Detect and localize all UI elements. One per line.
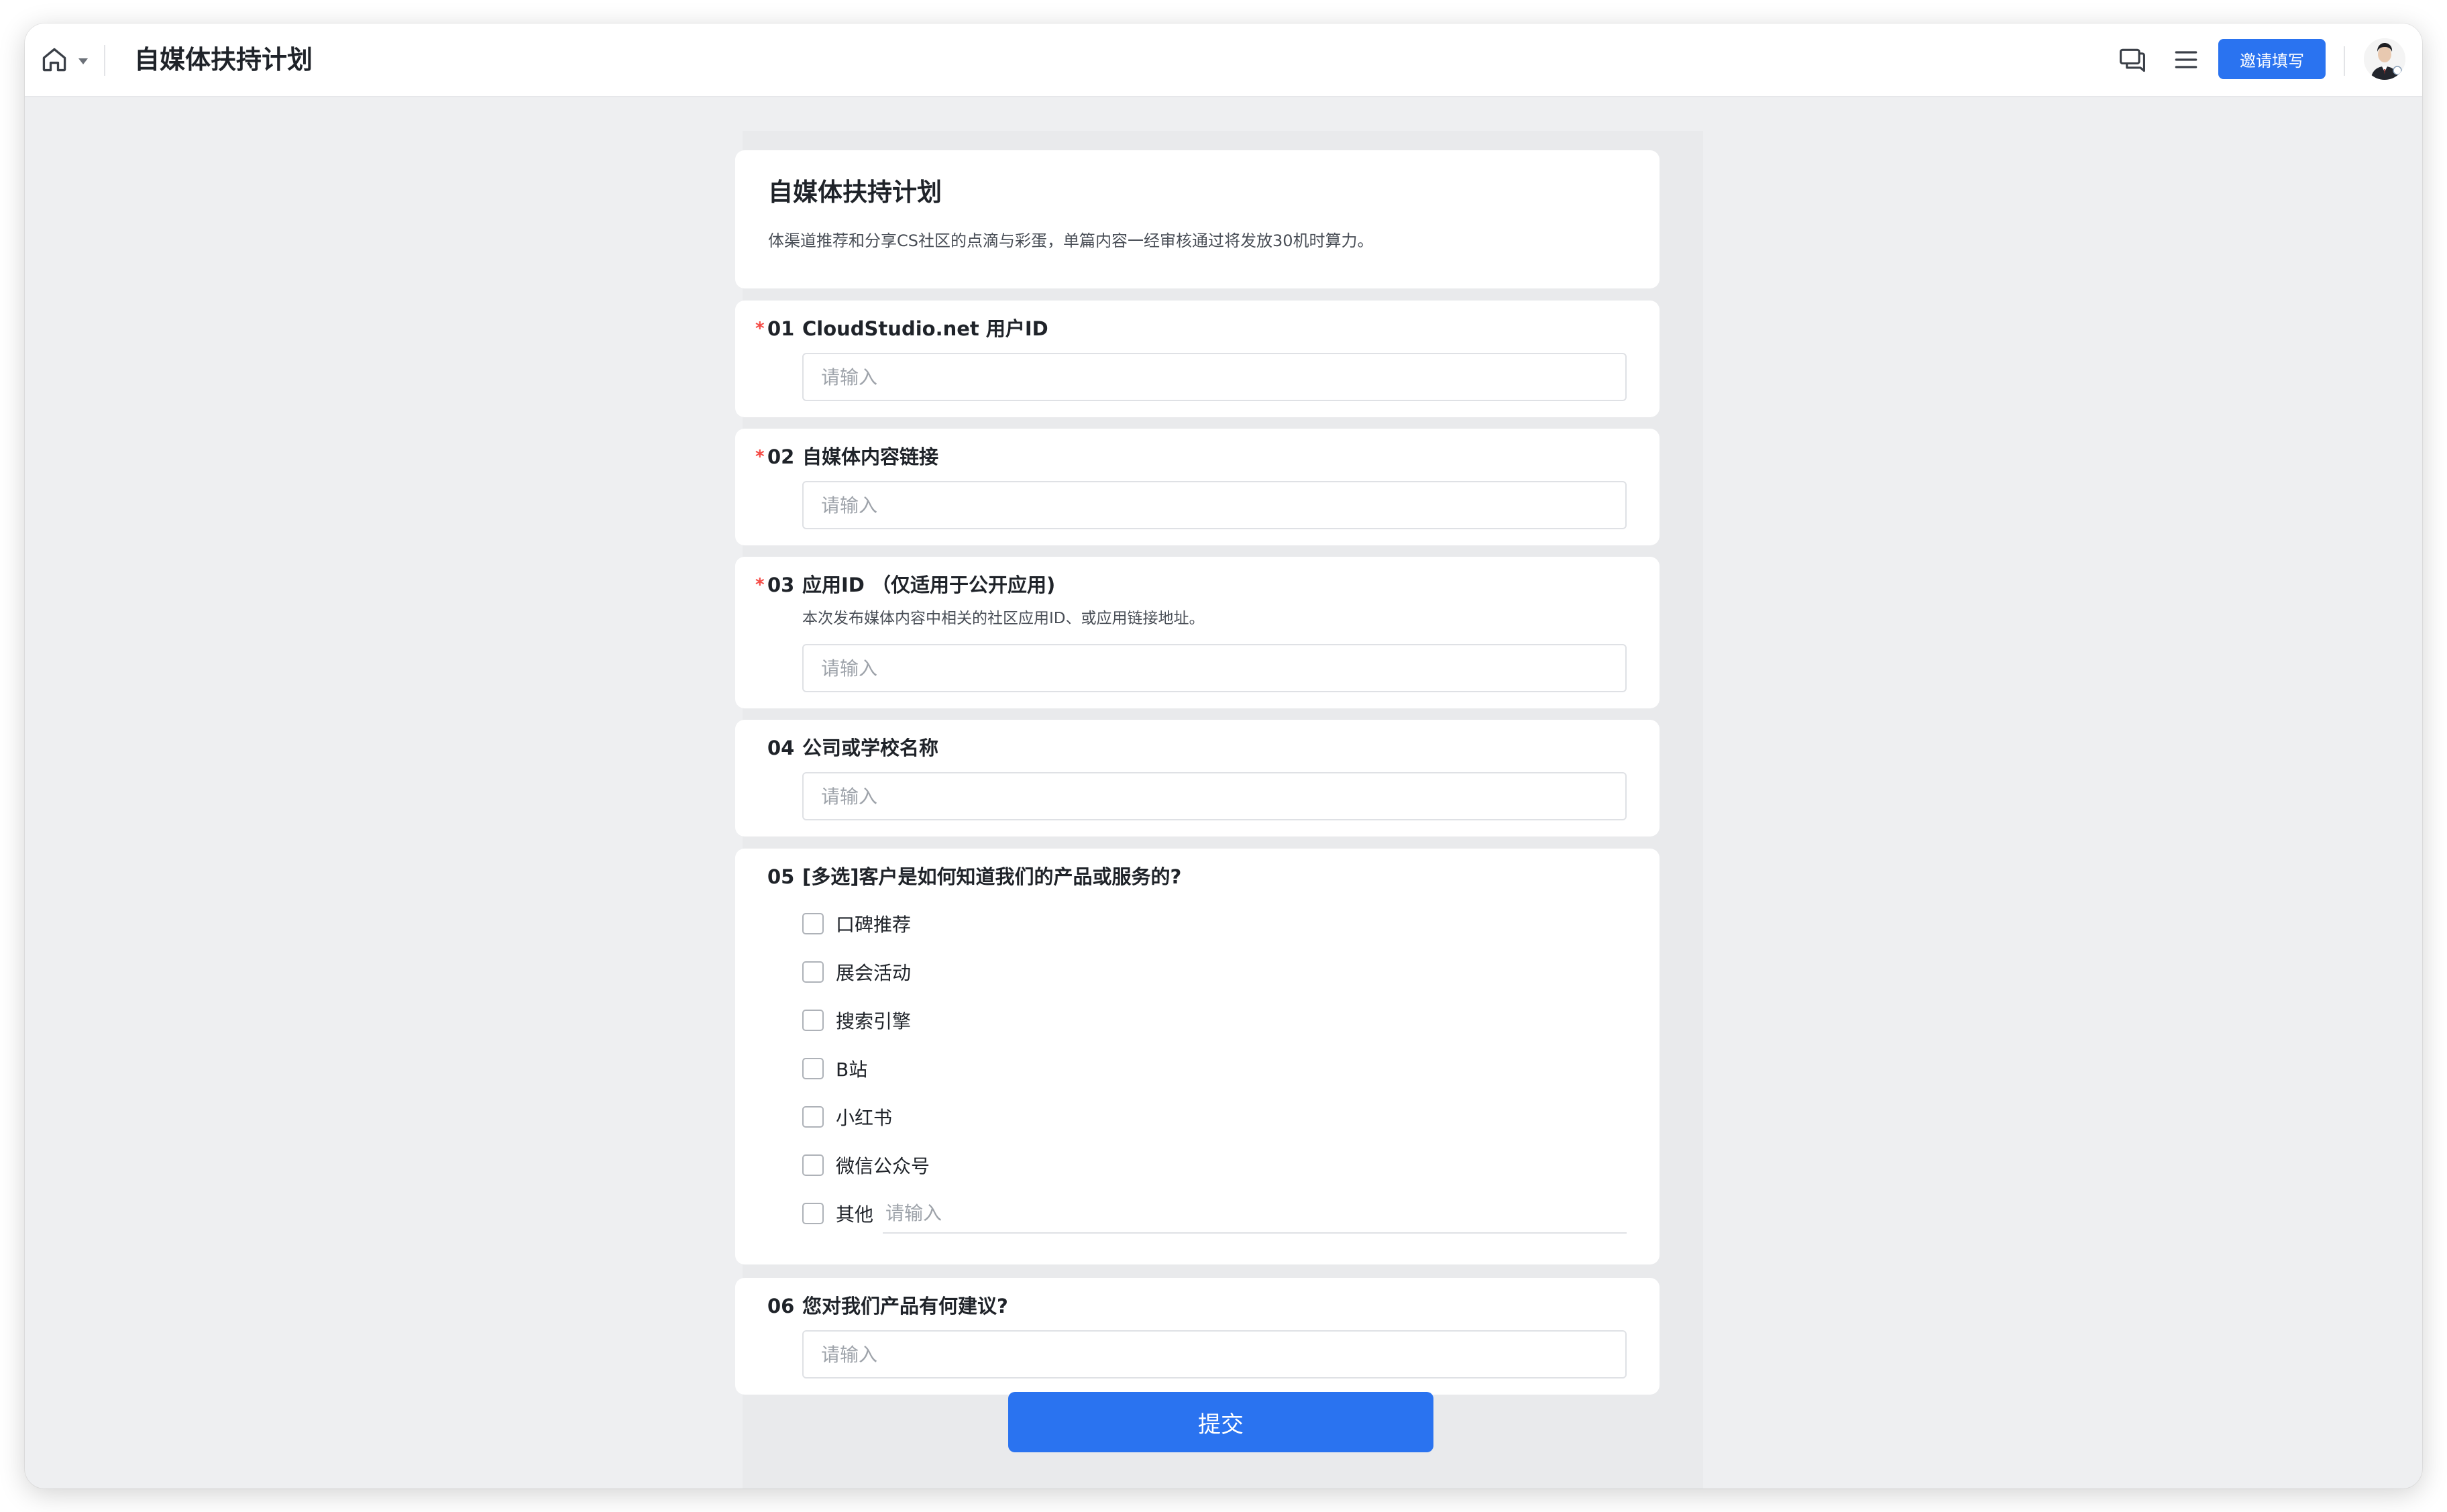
checkbox[interactable] (802, 1203, 824, 1224)
question-card-04: 04 公司或学校名称 (735, 720, 1660, 836)
required-mark: * (755, 575, 765, 595)
option-label: 其他 (836, 1203, 874, 1226)
question-label: 您对我们产品有何建议? (802, 1295, 1008, 1317)
top-bar: 自媒体扶持计划 邀请填写 (25, 23, 2422, 97)
submit-button[interactable]: 提交 (1008, 1392, 1433, 1452)
intro-card: 自媒体扶持计划 体渠道推荐和分享CS社区的点滴与彩蛋，单篇内容一经审核通过将发放… (735, 150, 1660, 288)
question-label: 公司或学校名称 (802, 737, 939, 759)
option-other[interactable]: 其他 (802, 1200, 873, 1227)
option-label: 搜索引擎 (836, 1010, 912, 1032)
home-menu-button[interactable] (40, 44, 107, 78)
content-link-input[interactable] (802, 481, 1627, 529)
home-icon (40, 45, 69, 77)
question-label: 应用ID （仅适用于公开应用) (802, 574, 1056, 596)
page-title: 自媒体扶持计划 (134, 45, 313, 74)
required-mark: * (755, 447, 765, 467)
option-search-engine[interactable]: 搜索引擎 (802, 1007, 911, 1034)
question-card-03: * 03 应用ID （仅适用于公开应用) 本次发布媒体内容中相关的社区应用ID、… (735, 557, 1660, 708)
chat-windows-icon (2118, 45, 2147, 77)
checkbox[interactable] (802, 961, 824, 983)
question-label: 自媒体内容链接 (802, 445, 939, 468)
question-number: 04 (767, 737, 795, 759)
invite-fill-button[interactable]: 邀请填写 (2218, 39, 2326, 79)
checkbox[interactable] (802, 1010, 824, 1031)
checkbox[interactable] (802, 1106, 824, 1128)
option-label: 展会活动 (836, 962, 912, 984)
form-title: 自媒体扶持计划 (768, 178, 942, 207)
question-number: 03 (767, 574, 795, 596)
question-label: [多选]客户是如何知道我们的产品或服务的? (802, 865, 1182, 888)
other-source-input[interactable] (883, 1193, 1627, 1234)
checkbox[interactable] (802, 1154, 824, 1176)
option-word-of-mouth[interactable]: 口碑推荐 (802, 910, 911, 937)
option-label: 口碑推荐 (836, 914, 912, 936)
app-id-input[interactable] (802, 644, 1627, 692)
form-description: 体渠道推荐和分享CS社区的点滴与彩蛋，单篇内容一经审核通过将发放30机时算力。 (768, 231, 1374, 250)
divider (104, 45, 105, 76)
checkbox[interactable] (802, 913, 824, 934)
question-number: 02 (767, 445, 795, 468)
question-card-05: 05 [多选]客户是如何知道我们的产品或服务的? 口碑推荐 展会活动 搜索引擎 … (735, 849, 1660, 1264)
option-wechat-official[interactable]: 微信公众号 (802, 1152, 930, 1179)
question-hint: 本次发布媒体内容中相关的社区应用ID、或应用链接地址。 (802, 610, 1205, 627)
option-label: B站 (836, 1059, 868, 1081)
company-school-input[interactable] (802, 772, 1627, 820)
user-id-input[interactable] (802, 353, 1627, 401)
menu-icon (2171, 45, 2201, 77)
suggestion-input[interactable] (802, 1330, 1627, 1379)
option-label: 小红书 (836, 1107, 893, 1129)
option-bilibili[interactable]: B站 (802, 1055, 867, 1082)
option-label: 微信公众号 (836, 1155, 930, 1177)
menu-button[interactable] (2169, 44, 2204, 78)
question-card-06: 06 您对我们产品有何建议? (735, 1278, 1660, 1395)
checkbox[interactable] (802, 1058, 824, 1079)
option-exhibition[interactable]: 展会活动 (802, 959, 911, 985)
question-number: 01 (767, 317, 795, 340)
question-card-02: * 02 自媒体内容链接 (735, 429, 1660, 545)
question-label: CloudStudio.net 用户ID (802, 317, 1048, 340)
divider (2344, 46, 2345, 76)
question-card-01: * 01 CloudStudio.net 用户ID (735, 301, 1660, 417)
question-number: 05 (767, 865, 795, 888)
required-mark: * (755, 319, 765, 339)
chat-windows-button[interactable] (2115, 44, 2150, 78)
avatar[interactable] (2364, 38, 2405, 80)
question-number: 06 (767, 1295, 795, 1317)
option-xiaohongshu[interactable]: 小红书 (802, 1103, 892, 1130)
chevron-down-icon (78, 58, 88, 64)
